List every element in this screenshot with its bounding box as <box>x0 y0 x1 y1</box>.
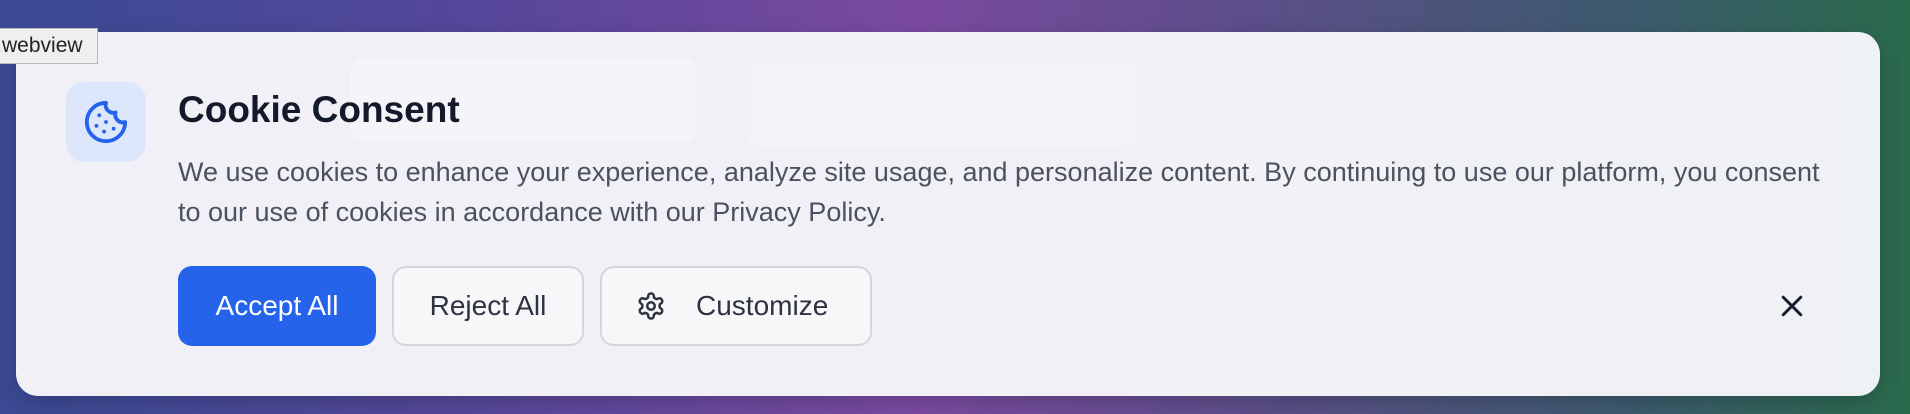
customize-button[interactable]: Customize <box>600 266 872 346</box>
reject-all-label: Reject All <box>429 290 547 321</box>
banner-message: We use cookies to enhance your experienc… <box>178 157 1820 227</box>
webview-tooltip: webview <box>0 28 98 64</box>
accept-all-label: Accept All <box>215 290 339 321</box>
banner-title: Cookie Consent <box>178 89 460 130</box>
gear-icon <box>636 291 666 321</box>
customize-label: Customize <box>696 290 829 321</box>
cookie-icon <box>83 99 129 145</box>
close-icon <box>1777 291 1807 321</box>
cookie-consent-banner: Cookie Consent We use cookies to enhance… <box>16 32 1880 396</box>
reject-all-button[interactable]: Reject All <box>392 266 584 346</box>
close-button[interactable] <box>1772 286 1812 326</box>
accept-all-button[interactable]: Accept All <box>178 266 376 346</box>
cookie-icon-container <box>66 82 146 162</box>
